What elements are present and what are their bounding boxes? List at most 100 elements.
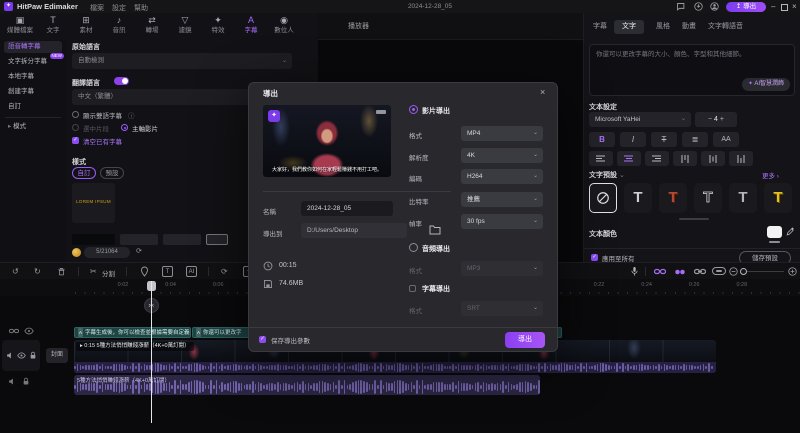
preset-none-tile[interactable] (589, 183, 617, 213)
menu-settings[interactable]: 設定 (112, 3, 126, 13)
style-preset-button[interactable]: 預設 (100, 167, 124, 179)
marker-icon[interactable] (140, 266, 149, 277)
tab-animation[interactable]: 動畫 (682, 20, 696, 34)
text-color-swatch[interactable] (767, 226, 782, 238)
toolbar-effects[interactable]: ✦ 特效 (201, 15, 235, 35)
preview-axis-icon[interactable] (712, 267, 726, 275)
presets-scrollbar[interactable] (679, 218, 709, 220)
close-button[interactable]: × (792, 2, 797, 11)
record-voice-icon[interactable] (630, 266, 639, 277)
ai-tool-icon[interactable]: AI (186, 266, 197, 277)
toolbar-avatar[interactable]: ◉ 數位人 (267, 15, 301, 35)
style-thumb[interactable] (72, 234, 115, 245)
hide-track-icon[interactable] (17, 351, 26, 360)
save-params-checkbox[interactable]: ✓ (259, 336, 266, 343)
sidebar-item-text-split[interactable]: 文字拆分字幕 NEW (4, 53, 64, 68)
font-size-stepper[interactable]: − 4 + (695, 112, 737, 127)
subtitle-track-link-icon[interactable] (9, 327, 19, 335)
eyedropper-icon[interactable] (786, 227, 795, 236)
scope-selected-radio[interactable] (72, 124, 79, 131)
bold-button[interactable]: B (589, 132, 615, 147)
align-center-button[interactable] (617, 151, 641, 166)
sidebar-item-create-subtitle[interactable]: 創建字幕 (4, 86, 62, 98)
valign-bottom-button[interactable] (729, 151, 753, 166)
undo-icon[interactable]: ↺ (12, 266, 19, 277)
scope-main-radio[interactable] (121, 124, 128, 131)
translate-toggle[interactable] (114, 77, 129, 85)
sidebar-item-custom[interactable]: 自訂 (4, 101, 62, 113)
align-left-button[interactable] (589, 151, 613, 166)
line-spacing-button[interactable]: ≣ (682, 132, 708, 147)
toolbar-filter[interactable]: ▽ 濾鏡 (168, 15, 202, 35)
style-thumb[interactable] (163, 234, 201, 245)
zoom-out-icon[interactable] (729, 267, 738, 276)
clear-existing-checkbox[interactable]: ✓ (72, 137, 79, 144)
ai-polish-button[interactable]: ✦ AI智慧潤飾 (741, 78, 790, 91)
preset-tile-white[interactable]: T (624, 183, 652, 213)
preset-tile-gray[interactable]: T (729, 183, 757, 213)
delete-icon[interactable] (57, 267, 66, 276)
letter-case-button[interactable]: AA (713, 132, 739, 147)
folder-icon[interactable] (429, 224, 441, 235)
strikethrough-button[interactable]: T (651, 132, 677, 147)
codec-select[interactable]: H264 ⌄ (461, 169, 543, 184)
cover-button[interactable]: 封面 (46, 348, 68, 363)
dialog-close-icon[interactable]: × (540, 87, 545, 97)
add-text-icon[interactable]: T (162, 266, 173, 277)
italic-button[interactable]: I (620, 132, 646, 147)
tab-subtitle[interactable]: 字幕 (593, 20, 607, 34)
timeline-zoom-slider[interactable] (742, 271, 784, 272)
chain-icon[interactable] (694, 267, 706, 276)
subtitle-track-visibility-icon[interactable] (24, 327, 34, 335)
format-select[interactable]: MP4 ⌄ (461, 126, 543, 141)
toolbar-text[interactable]: T 文字 (36, 15, 70, 35)
style-custom-button[interactable]: 自訂 (72, 167, 96, 179)
refresh-icon[interactable]: ⟳ (136, 247, 142, 255)
export-confirm-button[interactable]: 導出 (505, 332, 545, 348)
account-icon[interactable] (710, 2, 719, 11)
zoom-in-icon[interactable] (788, 267, 797, 276)
original-language-select[interactable]: 自動檢測 ⌄ (72, 53, 292, 69)
subtitle-clip[interactable]: A字幕生成後，你可以檢查並根據需要自定義字幕文 (74, 327, 191, 338)
toolbar-transition[interactable]: ⇄ 轉場 (135, 15, 169, 35)
loop-icon[interactable]: ⟳ (221, 266, 228, 277)
valign-top-button[interactable] (673, 151, 697, 166)
preset-tile-yellow[interactable]: T (764, 183, 792, 213)
audio-track-lock-icon[interactable] (22, 377, 30, 386)
video-export-radio[interactable] (409, 105, 418, 114)
split-icon[interactable]: ✂ (90, 266, 97, 277)
font-family-select[interactable]: Microsoft YaHei ⌄ (589, 112, 691, 127)
style-thumb[interactable] (120, 234, 158, 245)
lock-track-icon[interactable] (29, 351, 37, 360)
style-thumb-selected[interactable] (206, 234, 228, 245)
mute-track-icon[interactable] (6, 351, 15, 360)
apply-all-checkbox[interactable]: ✓ (591, 254, 598, 261)
more-presets-link[interactable]: 更多 › (762, 170, 779, 180)
tab-style[interactable]: 風格 (656, 20, 670, 34)
bilingual-radio[interactable] (72, 111, 79, 118)
maximize-button[interactable] (781, 3, 788, 11)
toolbar-audio[interactable]: ♪ 音訊 (102, 15, 136, 35)
playhead-line[interactable] (151, 281, 152, 423)
menu-file[interactable]: 檔案 (90, 3, 104, 13)
tab-text[interactable]: 文字 (614, 20, 644, 34)
subtitle-text-area[interactable]: 你還可以更改字幕的大小、顏色、字型和其他細節。 ✦ AI智慧潤飾 (589, 44, 795, 96)
style-preview-card[interactable]: LOREM IPSUM (72, 183, 115, 223)
align-right-button[interactable] (645, 151, 669, 166)
tab-tts[interactable]: 文字轉語音 (708, 20, 743, 34)
minimize-button[interactable]: – (771, 2, 775, 11)
audio-export-radio[interactable] (409, 243, 418, 252)
toolbar-media[interactable]: ▣ 媒體檔案 (3, 15, 37, 35)
resolution-select[interactable]: 4K ⌄ (461, 148, 543, 163)
plus-icon[interactable]: + (720, 116, 724, 123)
magnet-snap-icon[interactable] (674, 269, 686, 275)
export-top-button[interactable]: ↥ 導出 (726, 1, 766, 12)
zoom-slider-knob[interactable] (740, 268, 747, 275)
toolbar-stickers[interactable]: ⊞ 素材 (69, 15, 103, 35)
sidebar-item-mode[interactable]: ▸ 模式 (4, 121, 62, 133)
minus-icon[interactable]: − (708, 116, 712, 123)
export-name-input[interactable]: 2024-12-28_05 (301, 201, 393, 216)
valign-middle-button[interactable] (701, 151, 725, 166)
menu-help[interactable]: 幫助 (134, 3, 148, 13)
audio-clip[interactable]: 5種方法悄悄賺錢漲薪（4K+0萬訂閱） (74, 375, 540, 395)
